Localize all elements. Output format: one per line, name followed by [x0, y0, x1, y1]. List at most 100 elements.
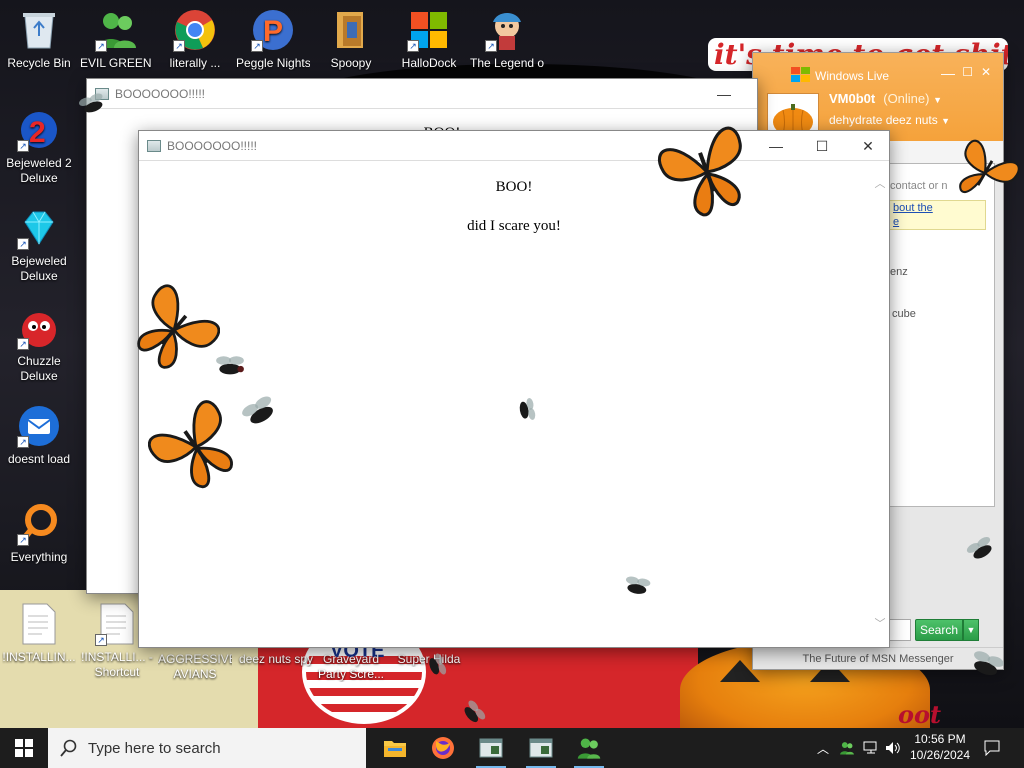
file-explorer-button[interactable]: [372, 728, 418, 768]
shortcut-arrow-icon: ↗: [17, 436, 29, 448]
desktop-icon-bejeweled[interactable]: ↗ Bejeweled Deluxe: [2, 206, 76, 284]
search-button[interactable]: Search: [915, 619, 963, 641]
desktop-icon-label: EVIL GREEN MEN CO...: [80, 56, 154, 70]
messenger-header: Windows Live — ☐ ✕ VM0b0t (Online) ▼ dehy…: [753, 53, 1003, 141]
scare-message: did I scare you!: [467, 218, 561, 234]
desktop-icon-legend[interactable]: ↗ The Legend of Ti...: [470, 8, 544, 71]
everything-search-icon: ↗: [17, 502, 61, 546]
desktop-icon-label: !INSTALLIN...: [2, 650, 76, 664]
shortcut-arrow-icon: ↗: [17, 338, 29, 350]
windows-live-logo-icon: [791, 67, 810, 82]
back-window-minimize-button[interactable]: —: [701, 79, 747, 109]
minimize-icon[interactable]: —: [941, 65, 955, 81]
scroll-up-icon[interactable]: ︿: [873, 175, 887, 191]
boo-heading: BOO!: [495, 179, 533, 195]
desktop-icon-graveyard-party[interactable]: Graveyard Party Scre...: [314, 652, 388, 682]
maximize-icon[interactable]: ☐: [962, 65, 973, 79]
desktop-icon-chrome[interactable]: ↗ literally ...: [158, 8, 232, 71]
desktop-icon-label: Spoopy: [330, 56, 372, 70]
scroll-down-icon[interactable]: ﹀: [873, 615, 887, 631]
bejeweled2-icon: 2 ↗: [17, 108, 61, 152]
desktop-icon-deez-nuts-spy[interactable]: deez nuts spy: [236, 652, 316, 667]
butterfly-icon: [137, 284, 220, 369]
chevron-down-icon: ▼: [941, 116, 951, 126]
document-icon: [17, 602, 61, 646]
taskbar-window-button-2[interactable]: [518, 728, 564, 768]
notice-link-2[interactable]: e: [889, 215, 985, 229]
desktop-icon-recycle-bin[interactable]: Recycle Bin: [2, 8, 76, 71]
desktop-icon-label: Chuzzle Deluxe: [17, 354, 61, 383]
app-window-icon: [529, 738, 553, 758]
messenger-taskbar-button[interactable]: [566, 728, 612, 768]
desktop-icon-hallodock[interactable]: ↗ HalloDock: [392, 8, 466, 71]
shortcut-arrow-icon: ↗: [17, 140, 29, 152]
shortcut-arrow-icon: ↗: [17, 534, 29, 546]
desktop-icon-everything[interactable]: ↗ Everything: [2, 502, 76, 565]
msn-people-icon: ↗: [95, 8, 139, 52]
fly-icon: [464, 700, 486, 723]
windows-logo-icon: ↗: [407, 8, 451, 52]
wallpaper-moth-text: oot: [898, 700, 942, 729]
folder-icon: [329, 8, 373, 52]
maximize-button[interactable]: ☐: [799, 131, 845, 161]
desktop-icon-aggressive-avians[interactable]: AGGRESSIVE AVIANS: [158, 652, 232, 682]
svg-text:P: P: [263, 15, 283, 48]
fly-icon: [625, 576, 651, 594]
desktop-icon-thunderbird[interactable]: ↗ doesnt load: [2, 404, 76, 467]
chevron-down-icon: ▼: [933, 95, 943, 105]
desktop-icon-chuzzle[interactable]: ↗ Chuzzle Deluxe: [2, 306, 76, 384]
peggle-icon: P ↗: [251, 8, 295, 52]
shortcut-arrow-icon: ↗: [95, 40, 107, 52]
close-icon[interactable]: ✕: [981, 65, 991, 79]
desktop-icon-evil-green-men[interactable]: ↗ EVIL GREEN MEN CO...: [80, 8, 154, 71]
diamond-icon: ↗: [17, 206, 61, 250]
taskbar-clock[interactable]: 10:56 PM 10/26/2024: [898, 731, 982, 763]
web-search-input[interactable]: [889, 619, 911, 641]
firefox-button[interactable]: [420, 728, 466, 768]
search-icon: [60, 739, 77, 757]
firefox-icon: [432, 737, 454, 759]
contact-list-item[interactable]: cube: [892, 308, 916, 320]
desktop-icon-label: The Legend of Ti...: [470, 56, 544, 70]
desktop-icon-label: Bejeweled Deluxe: [11, 254, 67, 283]
desktop-icon-bejeweled2[interactable]: 2 ↗ Bejeweled 2 Deluxe: [2, 108, 76, 186]
messenger-psm-text: dehydrate deez nuts: [829, 113, 938, 127]
butterfly-icon: [959, 139, 1020, 194]
notification-icon[interactable]: [978, 728, 1006, 768]
desktop-icon-label: Bejeweled 2 Deluxe: [6, 156, 72, 185]
shortcut-arrow-icon: ↗: [95, 634, 107, 646]
chevron-up-icon[interactable]: ︿: [812, 728, 834, 768]
start-button[interactable]: [0, 728, 48, 768]
desktop-icon-spoopy[interactable]: Spoopy: [314, 8, 388, 71]
windows-start-icon: [15, 739, 33, 757]
close-button[interactable]: ✕: [845, 131, 891, 161]
msn-people-icon: [840, 742, 854, 755]
contact-list-item[interactable]: enz: [890, 266, 908, 278]
desktop-icon-label: doesnt load: [7, 452, 71, 466]
window-app-icon: [147, 139, 161, 152]
app-window-icon: [479, 738, 503, 758]
back-window-titlebar[interactable]: BOOOOOOO!!!!!: [87, 79, 757, 109]
clock-time: 10:56 PM: [914, 732, 966, 746]
messenger-user-name[interactable]: VM0b0t (Online) ▼: [829, 91, 942, 106]
messenger-personal-message[interactable]: dehydrate deez nuts ▼: [829, 113, 950, 127]
desktop-icon-label: AGGRESSIVE AVIANS: [158, 652, 232, 681]
folder-icon: [384, 741, 406, 757]
desktop-icon-label: Peggle Nights Del...: [236, 56, 310, 70]
taskbar-window-button-1[interactable]: [468, 728, 514, 768]
desktop-icon-label: HalloDock: [401, 56, 457, 70]
minimize-button[interactable]: —: [753, 131, 799, 161]
desktop-icon-peggle[interactable]: P ↗ Peggle Nights Del...: [236, 8, 310, 71]
network-icon[interactable]: [860, 728, 882, 768]
desktop-icon-installing[interactable]: !INSTALLIN...: [2, 602, 76, 665]
desktop-icon-label: literally ...: [169, 56, 221, 70]
taskbar-search-box[interactable]: Type here to search: [48, 728, 366, 768]
front-window[interactable]: BOOOOOOO!!!!! — ☐ ✕ BOO! did I scare you…: [138, 130, 890, 648]
fly-icon: [216, 356, 244, 375]
contact-search-input[interactable]: contact or n: [890, 180, 947, 192]
search-dropdown-button[interactable]: ▼: [963, 619, 979, 641]
front-window-title: BOOOOOOO!!!!!: [167, 138, 258, 153]
messenger-title: Windows Live: [815, 69, 890, 83]
messenger-status: (Online): [883, 91, 930, 106]
messenger-tray-icon[interactable]: [836, 728, 858, 768]
